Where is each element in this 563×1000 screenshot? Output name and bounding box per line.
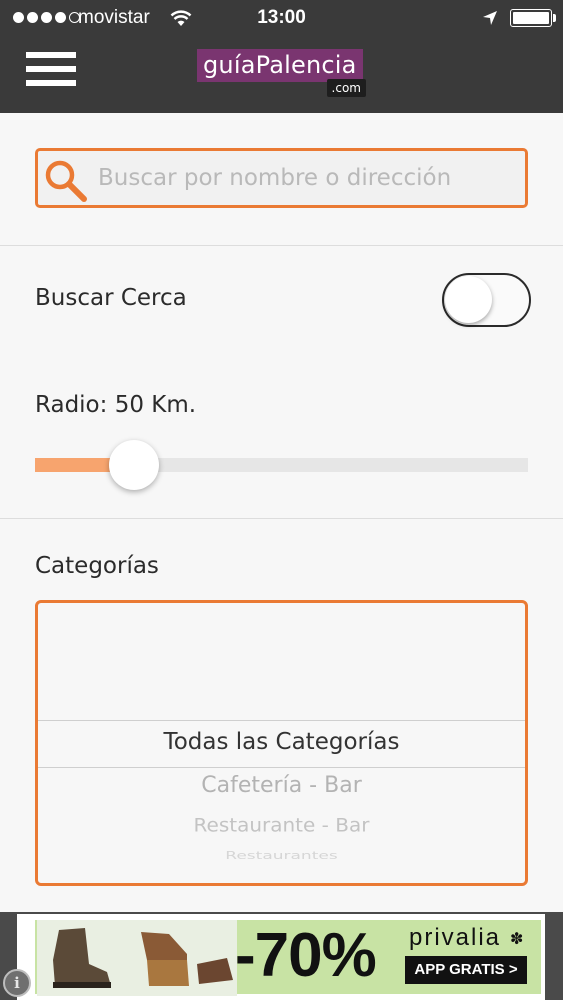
location-arrow-icon: [482, 10, 498, 31]
hamburger-menu-icon[interactable]: [26, 52, 76, 90]
picker-option[interactable]: Restaurantes: [38, 850, 525, 862]
category-picker[interactable]: Todas las Categorías Cafetería - Bar Res…: [35, 600, 528, 886]
app-header: movistar 13:00 guíaPalencia .com: [0, 0, 563, 113]
status-time: 13:00: [257, 7, 306, 28]
info-icon[interactable]: i: [3, 969, 31, 997]
ad-brand-mark-icon: ✽: [510, 929, 524, 948]
picker-option[interactable]: Cafetería - Bar: [38, 773, 525, 798]
nearby-label: Buscar Cerca: [35, 285, 187, 311]
picker-selected-option[interactable]: Todas las Categorías: [38, 729, 525, 755]
nearby-toggle[interactable]: [442, 273, 531, 327]
shoes-image-icon: [37, 920, 237, 1000]
ad-banner[interactable]: -70% privalia ✽ APP GRATIS >: [17, 914, 545, 1000]
divider: [0, 518, 563, 519]
logo-suffix: .com: [326, 79, 366, 97]
search-input[interactable]: [98, 157, 518, 199]
picker-selection-top-line: [38, 720, 525, 721]
picker-option[interactable]: Restaurante - Bar: [38, 814, 525, 836]
radius-slider[interactable]: [35, 440, 528, 492]
battery-tip: [553, 14, 556, 22]
ad-cta-button[interactable]: APP GRATIS >: [405, 956, 527, 984]
status-bar: movistar 13:00: [0, 0, 563, 38]
divider: [0, 245, 563, 246]
logo[interactable]: guíaPalencia .com: [197, 49, 369, 99]
battery-icon: [510, 9, 552, 27]
logo-main-text: guíaPalencia: [197, 49, 363, 82]
ad-brand: privalia: [409, 924, 502, 951]
radius-label: Radio: 50 Km.: [35, 392, 197, 418]
categories-label: Categorías: [35, 553, 159, 579]
search-icon: [43, 158, 89, 208]
picker-selection-bottom-line: [38, 767, 525, 768]
search-field[interactable]: [35, 148, 528, 208]
ad-discount: -70%: [235, 921, 377, 990]
toggle-knob: [445, 276, 492, 323]
slider-handle[interactable]: [108, 440, 159, 490]
